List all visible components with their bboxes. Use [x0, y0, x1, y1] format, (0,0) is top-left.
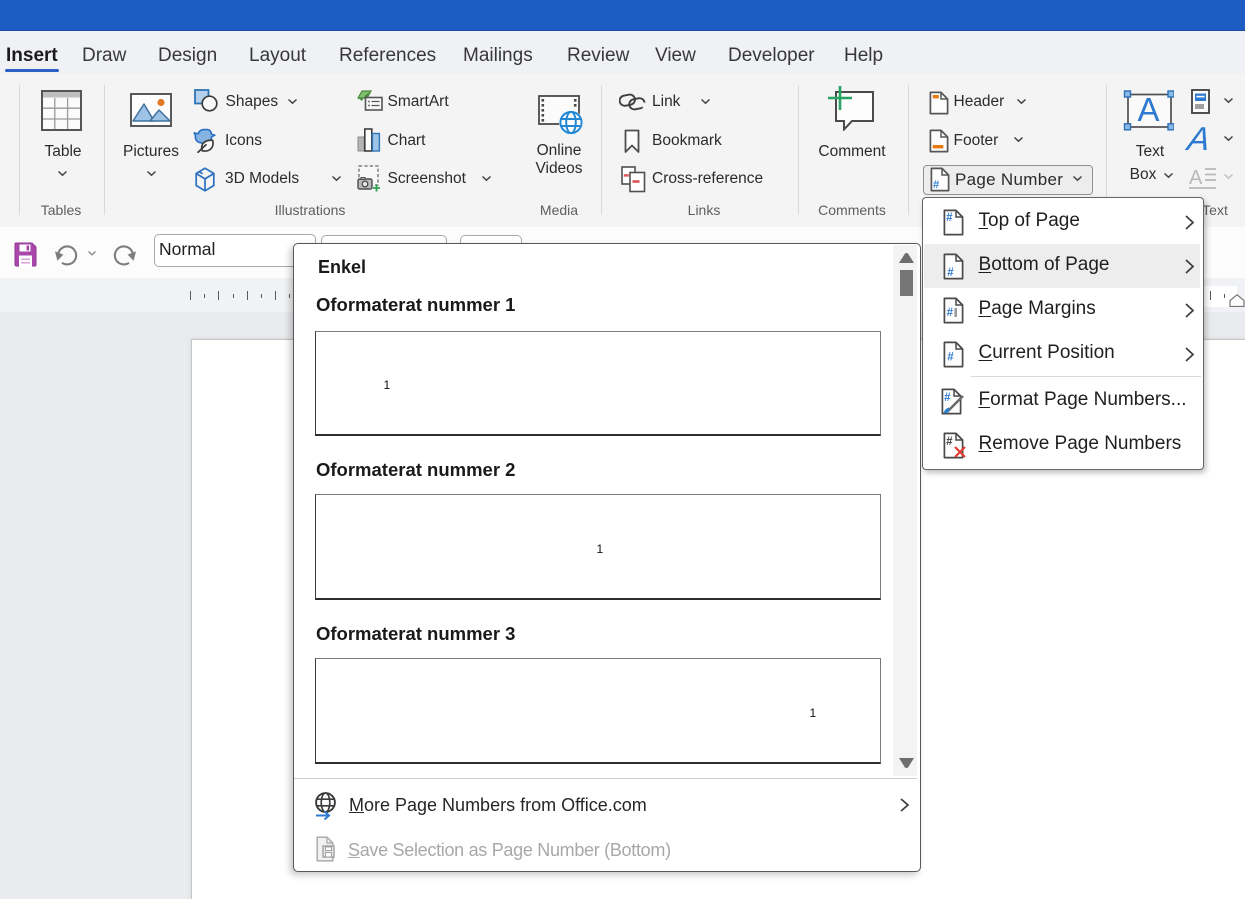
- svg-text:#: #: [944, 392, 951, 404]
- svg-text:A: A: [1189, 167, 1203, 189]
- svg-text:#: #: [933, 179, 939, 191]
- svg-text:#: #: [946, 212, 953, 224]
- svg-text:#: #: [947, 267, 954, 279]
- svg-text:A: A: [1138, 91, 1160, 128]
- svg-text:#: #: [946, 307, 953, 319]
- svg-text:#: #: [946, 436, 953, 448]
- svg-text:#: #: [947, 352, 954, 364]
